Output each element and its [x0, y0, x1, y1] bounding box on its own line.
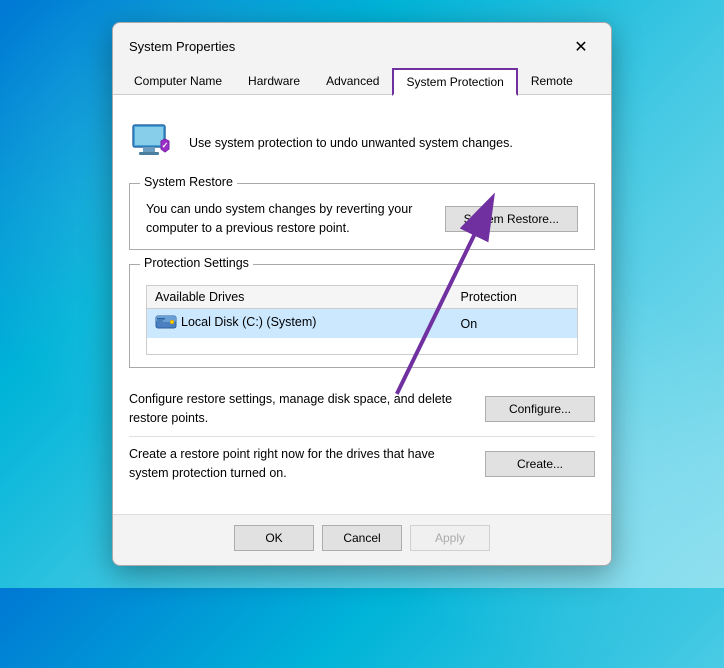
drives-table: Available Drives Protection — [147, 286, 577, 338]
protection-settings-label: Protection Settings — [140, 256, 253, 270]
system-restore-content: You can undo system changes by reverting… — [146, 196, 578, 238]
tab-advanced[interactable]: Advanced — [313, 68, 392, 95]
col-available-drives: Available Drives — [147, 286, 453, 309]
drive-name: Local Disk (C:) (System) — [147, 309, 453, 339]
tab-bar: Computer Name Hardware Advanced System P… — [113, 61, 611, 94]
close-button[interactable]: ✕ — [567, 33, 595, 61]
col-protection: Protection — [453, 286, 577, 309]
header-description: Use system protection to undo unwanted s… — [189, 136, 513, 150]
configure-button[interactable]: Configure... — [485, 396, 595, 422]
configure-row: Configure restore settings, manage disk … — [129, 382, 595, 437]
apply-button: Apply — [410, 525, 490, 551]
tab-remote[interactable]: Remote — [518, 68, 586, 95]
table-row[interactable]: Local Disk (C:) (System) On — [147, 309, 577, 339]
restore-description: You can undo system changes by reverting… — [146, 200, 429, 238]
dialog-footer: OK Cancel Apply — [113, 514, 611, 565]
tab-system-protection[interactable]: System Protection — [392, 68, 517, 96]
drive-protection: On — [453, 309, 577, 339]
tab-content: ✓ Use system protection to undo unwanted… — [113, 94, 611, 515]
create-row: Create a restore point right now for the… — [129, 437, 595, 491]
ok-button[interactable]: OK — [234, 525, 314, 551]
svg-text:✓: ✓ — [162, 141, 169, 150]
tab-computer-name[interactable]: Computer Name — [121, 68, 235, 95]
cancel-button[interactable]: Cancel — [322, 525, 402, 551]
system-restore-label: System Restore — [140, 175, 237, 189]
header-section: ✓ Use system protection to undo unwanted… — [129, 111, 595, 183]
bottom-actions: Configure restore settings, manage disk … — [129, 382, 595, 498]
dialog-title: System Properties — [129, 39, 235, 54]
title-bar: System Properties ✕ — [113, 23, 611, 61]
configure-description: Configure restore settings, manage disk … — [129, 390, 469, 428]
hdd-icon — [155, 314, 177, 330]
system-properties-dialog: System Properties ✕ Computer Name Hardwa… — [112, 22, 612, 567]
computer-icon: ✓ — [129, 119, 177, 167]
drive-icon-cell: Local Disk (C:) (System) — [155, 314, 316, 330]
create-description: Create a restore point right now for the… — [129, 445, 469, 483]
system-restore-button[interactable]: System Restore... — [445, 206, 578, 232]
tab-hardware[interactable]: Hardware — [235, 68, 313, 95]
system-restore-group: System Restore You can undo system chang… — [129, 183, 595, 251]
table-header-row: Available Drives Protection — [147, 286, 577, 309]
create-button[interactable]: Create... — [485, 451, 595, 477]
drives-table-wrapper: Available Drives Protection — [146, 285, 578, 355]
protection-settings-group: Protection Settings Available Drives Pro… — [129, 264, 595, 368]
